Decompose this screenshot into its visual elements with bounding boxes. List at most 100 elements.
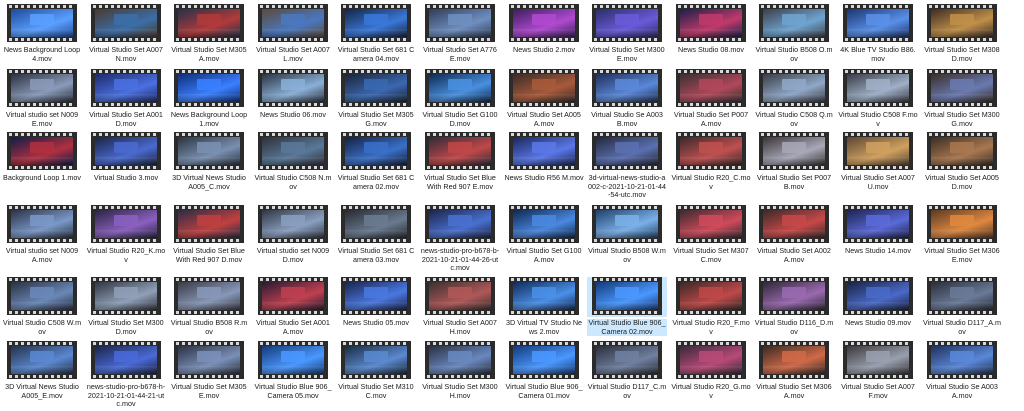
- file-item[interactable]: Virtual Studio C508 F.mov: [838, 69, 918, 128]
- file-item[interactable]: Virtual studio set N009 D.mov: [253, 205, 333, 264]
- file-item[interactable]: Virtual Studio R20_G.mov: [671, 341, 751, 400]
- file-item[interactable]: Virtual studio set N009 A.mov: [2, 205, 82, 264]
- video-thumbnail[interactable]: [420, 69, 500, 109]
- video-thumbnail[interactable]: [838, 205, 918, 245]
- video-thumbnail[interactable]: [754, 4, 834, 44]
- video-thumbnail[interactable]: [754, 132, 834, 172]
- file-item[interactable]: News Studio 05.mov: [336, 277, 416, 328]
- video-thumbnail[interactable]: [922, 277, 1002, 317]
- file-item[interactable]: Virtual Studio Set A002 A.mov: [754, 205, 834, 264]
- file-item[interactable]: Virtual Studio Se A003 B.mov: [587, 69, 667, 128]
- video-thumbnail[interactable]: [253, 69, 333, 109]
- file-item[interactable]: Background Loop 1.mov: [2, 132, 82, 183]
- video-thumbnail[interactable]: [587, 132, 667, 172]
- video-thumbnail[interactable]: [420, 132, 500, 172]
- file-item[interactable]: News Studio 06.mov: [253, 69, 333, 120]
- file-item[interactable]: Virtual Studio Set 681 Camera 02.mov: [336, 132, 416, 191]
- file-item[interactable]: Virtual Studio Blue 906_Camera 05.mov: [253, 341, 333, 400]
- video-thumbnail[interactable]: [504, 277, 584, 317]
- video-thumbnail[interactable]: [336, 4, 416, 44]
- video-thumbnail[interactable]: [754, 277, 834, 317]
- video-thumbnail[interactable]: [253, 277, 333, 317]
- file-item[interactable]: Virtual Studio Set M306 A.mov: [754, 341, 834, 400]
- file-item[interactable]: Virtual Studio B508 R.mov: [169, 277, 249, 336]
- video-thumbnail[interactable]: [838, 69, 918, 109]
- video-thumbnail[interactable]: [86, 205, 166, 245]
- file-item[interactable]: Virtual Studio Set A007 U.mov: [838, 132, 918, 191]
- file-item[interactable]: Virtual Studio R20_K.mov: [86, 205, 166, 264]
- video-thumbnail[interactable]: [504, 69, 584, 109]
- file-item[interactable]: Virtual Studio Set M305 G.mov: [336, 69, 416, 128]
- video-thumbnail[interactable]: [587, 4, 667, 44]
- file-item[interactable]: Virtual Studio C508 W.mov: [2, 277, 82, 336]
- video-thumbnail[interactable]: [922, 205, 1002, 245]
- file-item[interactable]: Virtual Studio D117_C.mov: [587, 341, 667, 400]
- video-thumbnail[interactable]: [169, 69, 249, 109]
- file-item[interactable]: Virtual Studio Se A003 A.mov: [922, 341, 1002, 400]
- file-item[interactable]: Virtual Studio C508 N.mov: [253, 132, 333, 191]
- video-thumbnail[interactable]: [922, 341, 1002, 381]
- file-item[interactable]: News Studio 2.mov: [504, 4, 584, 55]
- video-thumbnail[interactable]: [336, 341, 416, 381]
- file-item[interactable]: Virtual Studio Set P007 A.mov: [671, 69, 751, 128]
- file-item[interactable]: News Background Loop 4.mov: [2, 4, 82, 63]
- file-item[interactable]: Virtual Studio Set A007 L.mov: [253, 4, 333, 63]
- video-thumbnail[interactable]: [838, 277, 918, 317]
- video-thumbnail[interactable]: [336, 205, 416, 245]
- video-thumbnail[interactable]: [169, 4, 249, 44]
- file-item[interactable]: Virtual Studio Set Blue With Red 907 E.m…: [420, 132, 500, 191]
- file-item[interactable]: 4K Blue TV Studio B86.mov: [838, 4, 918, 63]
- video-thumbnail[interactable]: [838, 341, 918, 381]
- file-item[interactable]: Virtual Studio Set A005 D.mov: [922, 132, 1002, 191]
- video-thumbnail[interactable]: [504, 132, 584, 172]
- video-thumbnail[interactable]: [671, 205, 751, 245]
- file-item[interactable]: Virtual Studio Set A776 E.mov: [420, 4, 500, 63]
- file-item[interactable]: Virtual Studio B508 O.mov: [754, 4, 834, 63]
- video-thumbnail[interactable]: [2, 205, 82, 245]
- file-item[interactable]: Virtual Studio Set A005 A.mov: [504, 69, 584, 128]
- file-item[interactable]: Virtual Studio Set M300 E.mov: [587, 4, 667, 63]
- file-item[interactable]: Virtual Studio Blue 906_Camera 01.mov: [504, 341, 584, 400]
- video-thumbnail[interactable]: [169, 341, 249, 381]
- file-item[interactable]: Virtual Studio Set P007 B.mov: [754, 132, 834, 191]
- file-item[interactable]: Virtual Studio Set G100 A.mov: [504, 205, 584, 264]
- file-item[interactable]: news-studio-pro-b678-b-2021-10-21-01-44-…: [420, 205, 500, 273]
- file-item[interactable]: News Background Loop 1.mov: [169, 69, 249, 128]
- file-item[interactable]: Virtual Studio Set M307 C.mov: [671, 205, 751, 264]
- video-thumbnail[interactable]: [169, 132, 249, 172]
- file-item[interactable]: Virtual Studio Set A001 D.mov: [86, 69, 166, 128]
- file-item[interactable]: Virtual Studio D117_A.mov: [922, 277, 1002, 336]
- file-item[interactable]: 3D Virtual News Studio A005_C.mov: [169, 132, 249, 191]
- video-thumbnail[interactable]: [671, 277, 751, 317]
- video-thumbnail[interactable]: [922, 69, 1002, 109]
- video-thumbnail[interactable]: [587, 341, 667, 381]
- video-thumbnail[interactable]: [86, 132, 166, 172]
- file-item[interactable]: News Studio 08.mov: [671, 4, 751, 55]
- video-thumbnail[interactable]: [86, 341, 166, 381]
- file-item[interactable]: Virtual Studio R20_F.mov: [671, 277, 751, 336]
- video-thumbnail[interactable]: [86, 4, 166, 44]
- video-thumbnail[interactable]: [922, 132, 1002, 172]
- file-item[interactable]: Virtual studio set N009 E.mov: [2, 69, 82, 128]
- video-thumbnail[interactable]: [504, 205, 584, 245]
- file-item[interactable]: Virtual Studio Set M300 H.mov: [420, 341, 500, 400]
- video-thumbnail[interactable]: [2, 132, 82, 172]
- video-thumbnail[interactable]: [253, 205, 333, 245]
- video-thumbnail[interactable]: [253, 132, 333, 172]
- video-thumbnail[interactable]: [169, 277, 249, 317]
- video-thumbnail[interactable]: [838, 132, 918, 172]
- video-thumbnail[interactable]: [86, 277, 166, 317]
- file-item[interactable]: Virtual Studio Set G100 D.mov: [420, 69, 500, 128]
- video-thumbnail[interactable]: [253, 4, 333, 44]
- file-item[interactable]: News Studio R56 M.mov: [504, 132, 584, 183]
- video-thumbnail[interactable]: [504, 341, 584, 381]
- file-item[interactable]: 3D Virtual TV Studio News 2.mov: [504, 277, 584, 336]
- video-thumbnail[interactable]: [420, 277, 500, 317]
- video-thumbnail[interactable]: [504, 4, 584, 44]
- video-thumbnail[interactable]: [671, 132, 751, 172]
- file-item[interactable]: Virtual Studio 3.mov: [86, 132, 166, 183]
- video-thumbnail[interactable]: [671, 69, 751, 109]
- video-thumbnail[interactable]: [336, 277, 416, 317]
- file-item[interactable]: 3D Virtual News Studio A005_E.mov: [2, 341, 82, 400]
- video-thumbnail[interactable]: [838, 4, 918, 44]
